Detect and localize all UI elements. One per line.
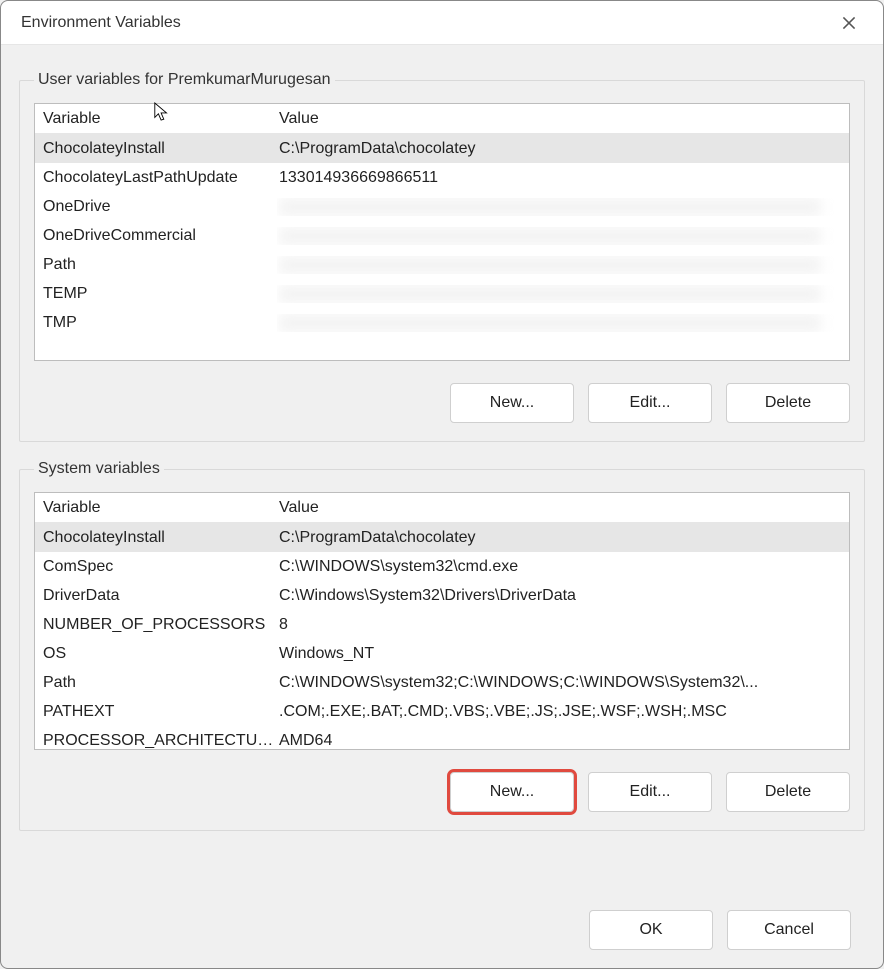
table-row[interactable]: Path xyxy=(35,250,849,279)
table-row[interactable]: OneDriveCommercial xyxy=(35,221,849,250)
table-row[interactable]: ChocolateyInstallC:\ProgramData\chocolat… xyxy=(35,523,849,552)
dialog-footer: OK Cancel xyxy=(1,882,883,968)
table-row[interactable]: DriverDataC:\Windows\System32\Drivers\Dr… xyxy=(35,581,849,610)
cell-value: C:\WINDOWS\system32\cmd.exe xyxy=(277,558,849,576)
table-row[interactable]: OneDrive xyxy=(35,192,849,221)
cell-variable: TMP xyxy=(41,314,277,332)
cell-variable: ChocolateyInstall xyxy=(41,140,277,158)
table-row[interactable]: TMP xyxy=(35,308,849,337)
cancel-button[interactable]: Cancel xyxy=(727,910,851,950)
system-variables-list[interactable]: Variable Value ChocolateyInstallC:\Progr… xyxy=(34,492,850,750)
cell-variable: DriverData xyxy=(41,587,277,605)
cell-value xyxy=(277,227,849,245)
cell-value: C:\Windows\System32\Drivers\DriverData xyxy=(277,587,849,605)
cell-value xyxy=(277,256,849,274)
cell-value xyxy=(277,198,849,216)
user-buttons-row: New... Edit... Delete xyxy=(34,383,850,423)
cell-variable: TEMP xyxy=(41,285,277,303)
cell-value: 8 xyxy=(277,616,849,634)
cell-variable: OS xyxy=(41,645,277,663)
table-row[interactable]: OSWindows_NT xyxy=(35,639,849,668)
cell-variable: NUMBER_OF_PROCESSORS xyxy=(41,616,277,634)
table-row[interactable]: ChocolateyInstallC:\ProgramData\chocolat… xyxy=(35,134,849,163)
user-variables-group: User variables for PremkumarMurugesan Va… xyxy=(19,71,865,442)
table-row[interactable]: NUMBER_OF_PROCESSORS8 xyxy=(35,610,849,639)
system-buttons-row: New... Edit... Delete xyxy=(34,772,850,812)
header-value[interactable]: Value xyxy=(277,499,849,517)
system-variables-group: System variables Variable Value Chocolat… xyxy=(19,460,865,831)
table-row[interactable]: ChocolateyLastPathUpdate1330149366698665… xyxy=(35,163,849,192)
table-row[interactable]: PROCESSOR_ARCHITECTUREAMD64 xyxy=(35,726,849,750)
close-button[interactable] xyxy=(829,7,869,39)
cell-variable: PATHEXT xyxy=(41,703,277,721)
cell-variable: ChocolateyLastPathUpdate xyxy=(41,169,277,187)
close-icon xyxy=(842,16,856,30)
user-variables-legend: User variables for PremkumarMurugesan xyxy=(34,71,335,89)
system-variables-legend: System variables xyxy=(34,460,164,478)
window-title: Environment Variables xyxy=(21,14,181,32)
environment-variables-dialog: Environment Variables User variables for… xyxy=(0,0,884,969)
user-new-button[interactable]: New... xyxy=(450,383,574,423)
cell-value: 133014936669866511 xyxy=(277,169,849,187)
user-delete-button[interactable]: Delete xyxy=(726,383,850,423)
cell-variable: PROCESSOR_ARCHITECTURE xyxy=(41,732,277,750)
ok-button[interactable]: OK xyxy=(589,910,713,950)
cell-variable: OneDrive xyxy=(41,198,277,216)
header-value[interactable]: Value xyxy=(277,110,849,128)
table-row[interactable]: ComSpecC:\WINDOWS\system32\cmd.exe xyxy=(35,552,849,581)
cell-value: C:\ProgramData\chocolatey xyxy=(277,140,849,158)
table-row[interactable]: PATHEXT.COM;.EXE;.BAT;.CMD;.VBS;.VBE;.JS… xyxy=(35,697,849,726)
cell-value: Windows_NT xyxy=(277,645,849,663)
cell-value xyxy=(277,314,849,332)
header-variable[interactable]: Variable xyxy=(41,110,277,128)
list-headers: Variable Value xyxy=(35,104,849,134)
list-headers: Variable Value xyxy=(35,493,849,523)
cell-variable: ChocolateyInstall xyxy=(41,529,277,547)
cell-variable: ComSpec xyxy=(41,558,277,576)
header-variable[interactable]: Variable xyxy=(41,499,277,517)
cell-value xyxy=(277,285,849,303)
cell-value: AMD64 xyxy=(277,732,849,750)
user-rows: ChocolateyInstallC:\ProgramData\chocolat… xyxy=(35,134,849,337)
system-delete-button[interactable]: Delete xyxy=(726,772,850,812)
titlebar: Environment Variables xyxy=(1,1,883,45)
cell-value: C:\WINDOWS\system32;C:\WINDOWS;C:\WINDOW… xyxy=(277,674,849,692)
table-row[interactable]: TEMP xyxy=(35,279,849,308)
user-edit-button[interactable]: Edit... xyxy=(588,383,712,423)
dialog-content: User variables for PremkumarMurugesan Va… xyxy=(1,45,883,882)
user-variables-list[interactable]: Variable Value ChocolateyInstallC:\Progr… xyxy=(34,103,850,361)
cell-variable: Path xyxy=(41,256,277,274)
system-new-button[interactable]: New... xyxy=(450,772,574,812)
cell-value: C:\ProgramData\chocolatey xyxy=(277,529,849,547)
cell-variable: Path xyxy=(41,674,277,692)
system-rows: ChocolateyInstallC:\ProgramData\chocolat… xyxy=(35,523,849,750)
cell-variable: OneDriveCommercial xyxy=(41,227,277,245)
table-row[interactable]: PathC:\WINDOWS\system32;C:\WINDOWS;C:\WI… xyxy=(35,668,849,697)
system-edit-button[interactable]: Edit... xyxy=(588,772,712,812)
cell-value: .COM;.EXE;.BAT;.CMD;.VBS;.VBE;.JS;.JSE;.… xyxy=(277,703,849,721)
